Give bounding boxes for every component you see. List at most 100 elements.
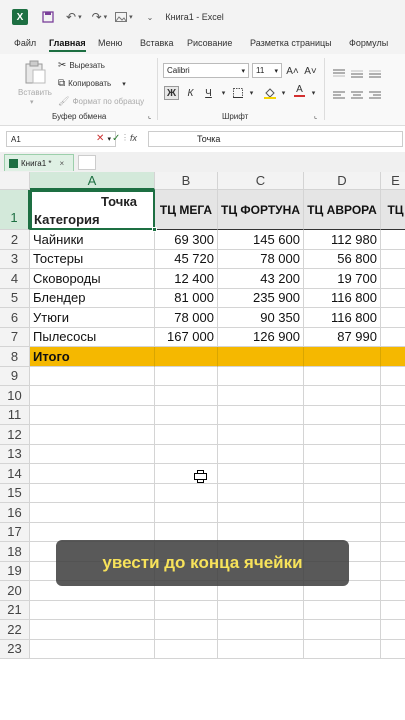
empty-cell[interactable]	[30, 620, 155, 640]
borders-dropdown-icon[interactable]: ▾	[244, 86, 259, 100]
empty-cell[interactable]	[155, 503, 218, 523]
row-header-12[interactable]: 12	[0, 425, 30, 445]
row-header-9[interactable]: 9	[0, 366, 30, 386]
value-cell[interactable]: 90 350	[218, 308, 304, 328]
row-header-17[interactable]: 17	[0, 522, 30, 542]
font-name-select[interactable]: Calibri ▾	[163, 63, 249, 78]
column-title-cell[interactable]: ТЦ МЕГА	[155, 190, 218, 230]
empty-cell[interactable]	[381, 328, 405, 347]
empty-cell[interactable]	[304, 639, 381, 659]
tab-draw[interactable]: Рисование	[187, 38, 232, 48]
empty-cell[interactable]	[30, 483, 155, 503]
empty-cell[interactable]	[218, 639, 304, 659]
align-left-icon[interactable]	[333, 88, 345, 106]
row-header-6[interactable]: 6	[0, 308, 30, 328]
empty-cell[interactable]	[30, 639, 155, 659]
empty-cell[interactable]	[381, 464, 405, 484]
align-middle-icon[interactable]	[351, 66, 363, 84]
empty-cell[interactable]	[304, 483, 381, 503]
column-header-b[interactable]: B	[155, 172, 218, 190]
save-icon[interactable]	[42, 7, 54, 27]
undo-dropdown-icon[interactable]: ▾	[78, 7, 82, 27]
row-header-7[interactable]: 7	[0, 327, 30, 347]
empty-cell[interactable]	[155, 405, 218, 425]
font-color-dropdown-icon[interactable]: ▾	[306, 86, 321, 100]
empty-cell[interactable]	[155, 366, 218, 386]
confirm-formula-icon[interactable]: ✓	[112, 133, 120, 144]
empty-cell[interactable]	[304, 600, 381, 620]
row-header-4[interactable]: 4	[0, 269, 30, 289]
category-cell[interactable]: Тостеры	[30, 249, 155, 269]
workbook-tab-book1[interactable]: Книга1 * ×	[4, 154, 74, 171]
row-header-1[interactable]: 1	[0, 190, 30, 230]
font-launcher-icon[interactable]: ⌞	[314, 112, 317, 120]
empty-cell[interactable]	[381, 484, 405, 503]
empty-cell[interactable]	[381, 542, 405, 562]
empty-cell[interactable]	[381, 445, 405, 464]
empty-cell[interactable]	[381, 406, 405, 425]
empty-cell[interactable]	[304, 464, 381, 484]
total-label-cell[interactable]: Итого	[30, 347, 155, 367]
row-header-14[interactable]: 14	[0, 464, 30, 484]
row-header-8[interactable]: 8	[0, 347, 30, 367]
category-cell[interactable]: Пылесосы	[30, 327, 155, 347]
value-cell[interactable]: 126 900	[218, 327, 304, 347]
empty-cell[interactable]	[155, 444, 218, 464]
undo-icon[interactable]: ↶	[66, 7, 76, 27]
empty-cell[interactable]	[218, 386, 304, 406]
row-header-15[interactable]: 15	[0, 483, 30, 503]
total-value-cell[interactable]	[381, 347, 405, 367]
value-cell[interactable]: 43 200	[218, 269, 304, 289]
empty-cell[interactable]	[218, 464, 304, 484]
empty-cell[interactable]	[304, 503, 381, 523]
picture-icon[interactable]	[115, 7, 128, 27]
empty-cell[interactable]	[155, 600, 218, 620]
select-all-corner[interactable]	[0, 172, 30, 190]
empty-cell[interactable]	[381, 640, 405, 659]
row-header-18[interactable]: 18	[0, 542, 30, 562]
clipboard-launcher-icon[interactable]: ⌞	[148, 112, 151, 120]
row-header-23[interactable]: 23	[0, 639, 30, 659]
empty-cell[interactable]	[381, 523, 405, 542]
format-painter-button[interactable]: 🖌 Формат по образцу	[58, 96, 144, 107]
total-value-cell[interactable]	[155, 347, 218, 367]
cancel-formula-icon[interactable]: ✕	[96, 133, 104, 144]
empty-cell[interactable]	[381, 601, 405, 620]
empty-cell[interactable]	[155, 483, 218, 503]
empty-cell[interactable]	[304, 620, 381, 640]
value-cell[interactable]: 78 000	[218, 249, 304, 269]
empty-cell[interactable]	[218, 405, 304, 425]
redo-dropdown-icon[interactable]: ▾	[104, 7, 108, 27]
close-icon[interactable]: ×	[60, 159, 65, 168]
total-value-cell[interactable]	[218, 347, 304, 367]
row-header-16[interactable]: 16	[0, 503, 30, 523]
empty-cell[interactable]	[218, 366, 304, 386]
font-color-button[interactable]: A	[292, 84, 307, 98]
underline-dropdown-icon[interactable]: ▾	[216, 86, 231, 100]
value-cell[interactable]: 78 000	[155, 308, 218, 328]
fill-handle[interactable]	[152, 227, 157, 232]
picture-dropdown-icon[interactable]: ▾	[129, 7, 133, 27]
empty-cell[interactable]	[30, 405, 155, 425]
empty-cell[interactable]	[30, 386, 155, 406]
value-cell[interactable]: 116 800	[304, 288, 381, 308]
align-right-icon[interactable]	[369, 88, 381, 106]
row-header-21[interactable]: 21	[0, 600, 30, 620]
empty-cell[interactable]	[218, 620, 304, 640]
bold-button[interactable]: Ж	[164, 86, 179, 100]
value-cell[interactable]: 145 600	[218, 230, 304, 250]
empty-cell[interactable]	[381, 386, 405, 406]
empty-cell[interactable]	[30, 503, 155, 523]
fill-color-icon[interactable]	[262, 86, 277, 100]
underline-button[interactable]: Ч	[201, 86, 216, 100]
tab-insert[interactable]: Вставка	[140, 38, 173, 48]
empty-cell[interactable]	[155, 386, 218, 406]
row-header-5[interactable]: 5	[0, 288, 30, 308]
empty-cell[interactable]	[155, 425, 218, 445]
category-cell[interactable]: Утюги	[30, 308, 155, 328]
row-header-13[interactable]: 13	[0, 444, 30, 464]
formula-input[interactable]: Точка	[148, 131, 403, 147]
more-options-icon[interactable]: ⋮	[121, 133, 129, 142]
paste-button[interactable]: Вставить ▾	[14, 58, 54, 108]
value-cell[interactable]: 12 400	[155, 269, 218, 289]
